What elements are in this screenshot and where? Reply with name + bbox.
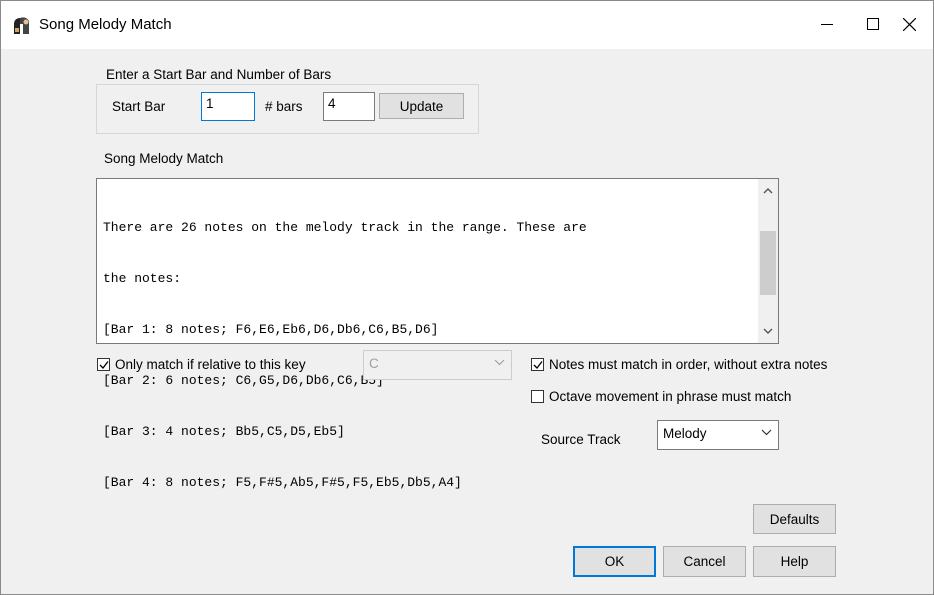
bars-label: # bars (265, 99, 303, 114)
output-line: There are 26 notes on the melody track i… (103, 220, 587, 235)
in-order-label[interactable]: Notes must match in order, without extra… (549, 357, 827, 372)
start-bar-value: 1 (206, 96, 214, 111)
dialog-window: Song Melody Match Enter a Start Bar and … (0, 0, 934, 595)
maximize-icon (867, 18, 879, 30)
chevron-down-icon (761, 429, 772, 436)
output-line: [Bar 3: 4 notes; Bb5,C5,D5,Eb5] (103, 424, 345, 439)
scroll-down-button[interactable] (758, 321, 778, 341)
octave-label[interactable]: Octave movement in phrase must match (549, 389, 791, 404)
scroll-down-icon (763, 328, 773, 334)
relative-key-checkbox[interactable] (97, 358, 110, 371)
update-button[interactable]: Update (379, 93, 464, 119)
minimize-icon (821, 24, 833, 25)
octave-checkbox[interactable] (531, 390, 544, 403)
source-track-select[interactable]: Melody (657, 420, 779, 450)
key-select[interactable]: C (363, 350, 512, 380)
start-bar-label: Start Bar (112, 99, 166, 114)
defaults-button[interactable]: Defaults (753, 504, 836, 534)
start-bar-input[interactable]: 1 (201, 92, 255, 121)
app-icon (14, 17, 29, 34)
scroll-thumb[interactable] (760, 231, 776, 295)
output-line: the notes: (103, 271, 182, 286)
output-line: [Bar 4: 8 notes; F5,F#5,Ab5,F#5,F5,Eb5,D… (103, 475, 462, 490)
chevron-down-icon (494, 359, 505, 366)
checkmark-icon (99, 361, 109, 369)
minimize-button[interactable] (804, 1, 850, 47)
relative-key-label[interactable]: Only match if relative to this key (115, 357, 306, 372)
range-group-legend: Enter a Start Bar and Number of Bars (104, 67, 334, 82)
bars-value: 4 (328, 96, 336, 111)
bars-input[interactable]: 4 (323, 92, 375, 121)
cancel-button[interactable]: Cancel (663, 546, 746, 577)
output-label: Song Melody Match (104, 151, 224, 166)
source-track-label: Source Track (541, 432, 621, 447)
in-order-checkbox[interactable] (531, 358, 544, 371)
output-line: [Bar 1: 8 notes; F6,E6,Eb6,D6,Db6,C6,B5,… (103, 322, 439, 337)
checkmark-icon (533, 361, 543, 369)
scroll-up-icon (763, 188, 773, 194)
key-select-value: C (369, 356, 379, 371)
vertical-scrollbar[interactable] (758, 179, 778, 343)
source-track-value: Melody (663, 426, 707, 441)
output-memo[interactable]: There are 26 notes on the melody track i… (96, 178, 779, 490)
ok-button[interactable]: OK (573, 546, 656, 577)
scroll-up-button[interactable] (758, 181, 778, 201)
window-title: Song Melody Match (39, 16, 172, 33)
close-icon (902, 17, 916, 31)
close-button[interactable] (886, 1, 932, 47)
title-bar: Song Melody Match (1, 1, 933, 49)
help-button[interactable]: Help (753, 546, 836, 577)
